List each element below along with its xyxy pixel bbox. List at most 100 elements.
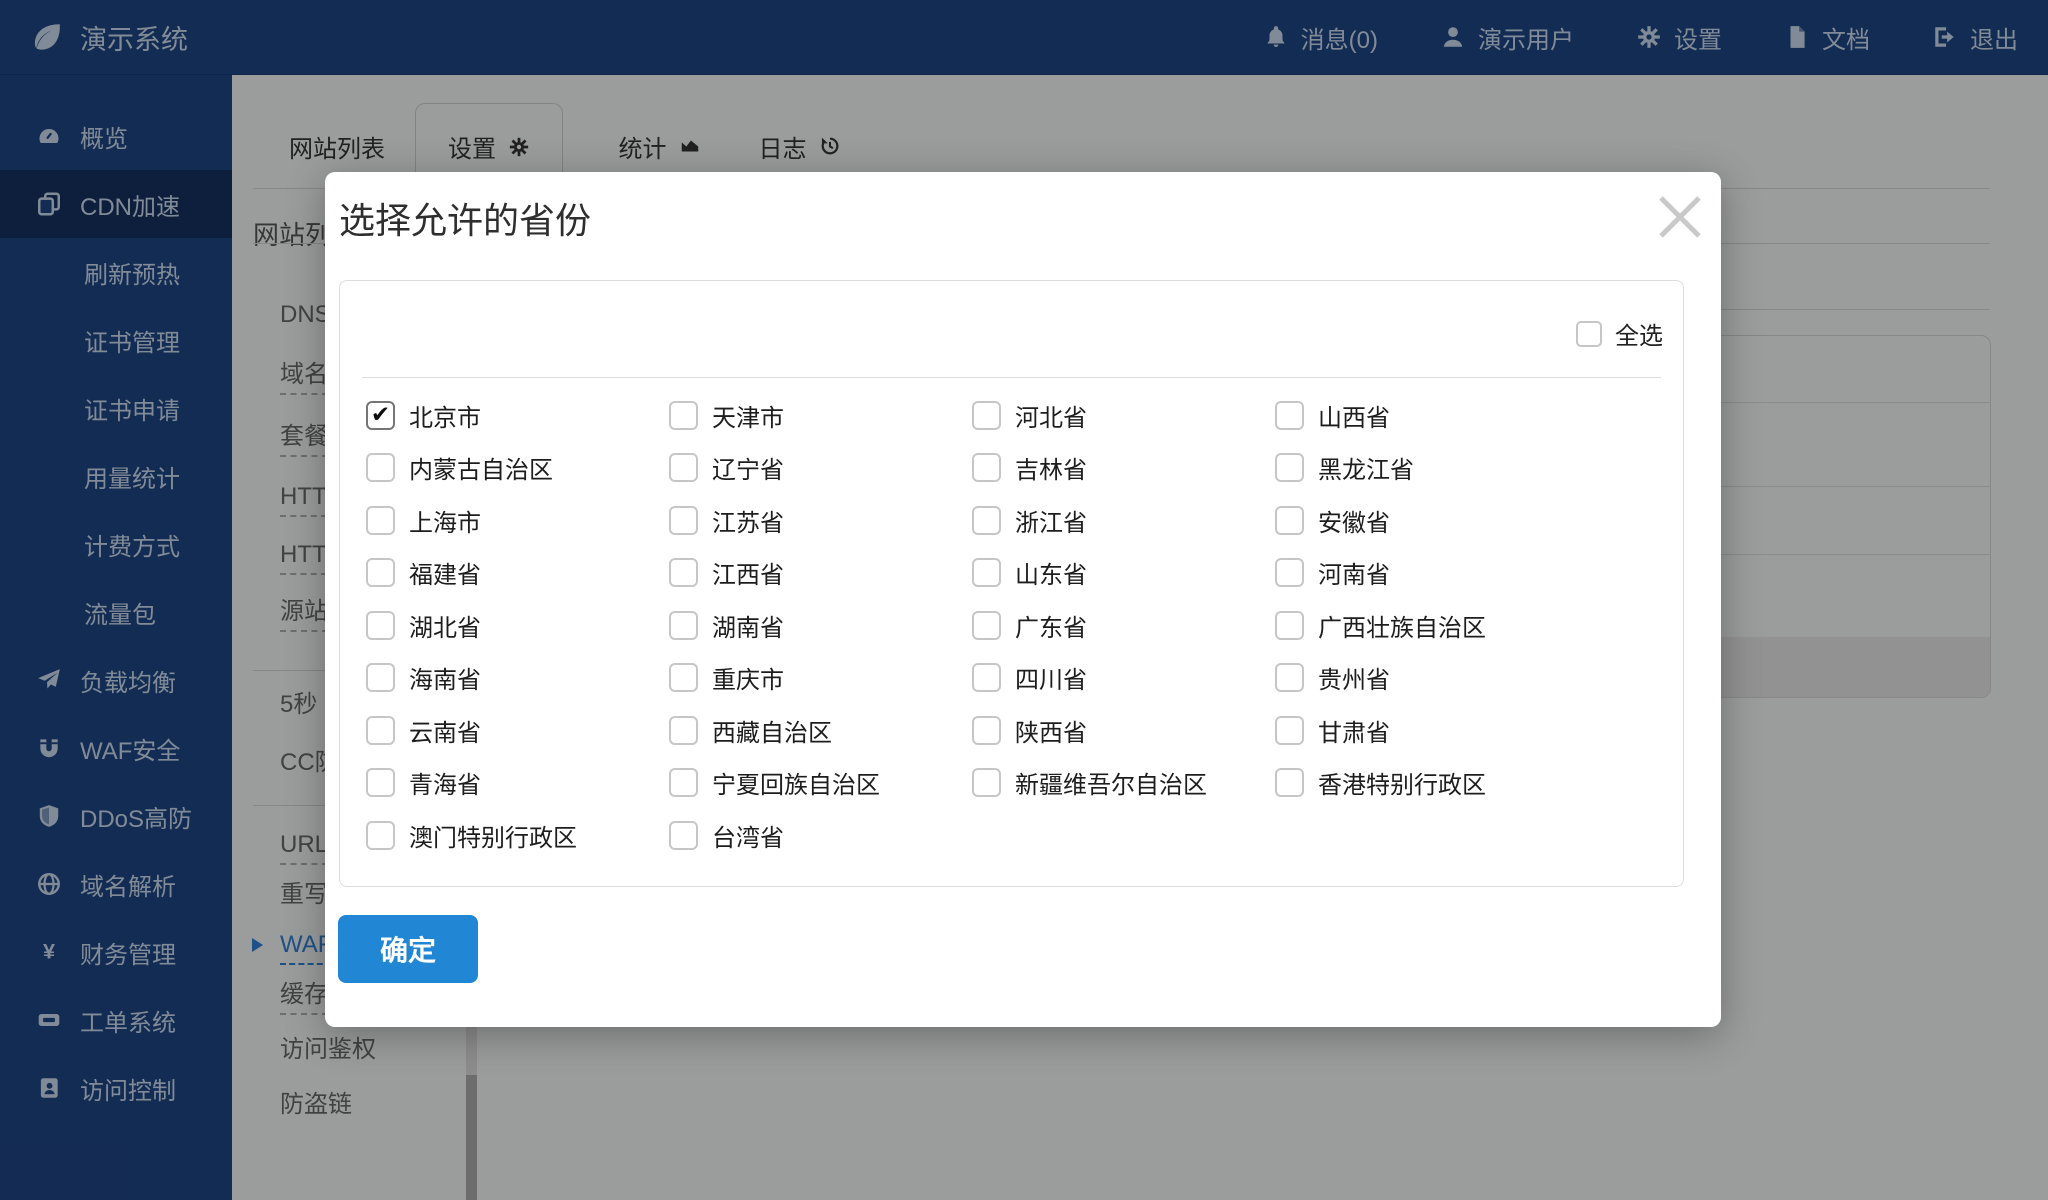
province-checkbox-30[interactable]: ✔ 新疆维吾尔自治区 (972, 765, 1275, 800)
province-checkbox-5[interactable]: ✔ 辽宁省 (669, 450, 972, 485)
province-checkbox-18[interactable]: ✔ 广东省 (972, 608, 1275, 643)
province-label: 山西省 (1318, 398, 1390, 433)
province-checkbox-4[interactable]: ✔ 内蒙古自治区 (366, 450, 669, 485)
checkbox[interactable]: ✔ (1275, 716, 1304, 745)
province-checkbox-28[interactable]: ✔ 青海省 (366, 765, 669, 800)
checkbox[interactable]: ✔ (366, 768, 395, 797)
province-checkbox-7[interactable]: ✔ 黑龙江省 (1275, 450, 1578, 485)
checkbox[interactable]: ✔ (1275, 611, 1304, 640)
checkbox[interactable]: ✔ (366, 663, 395, 692)
province-checkbox-29[interactable]: ✔宁夏回族自治区 (669, 765, 972, 800)
checkbox[interactable]: ✔ (1275, 768, 1304, 797)
province-label: 黑龙江省 (1318, 450, 1414, 485)
checkbox[interactable]: ✔ (1275, 453, 1304, 482)
province-checkbox-17[interactable]: ✔ 湖南省 (669, 608, 972, 643)
confirm-button[interactable]: 确定 (338, 915, 478, 983)
checkbox[interactable]: ✔ (972, 611, 1001, 640)
province-checkbox-33[interactable]: ✔ 台湾省 (669, 818, 972, 853)
checkbox[interactable]: ✔ (972, 401, 1001, 430)
checkbox[interactable]: ✔ (972, 453, 1001, 482)
province-label: 四川省 (1015, 660, 1087, 695)
checkbox[interactable]: ✔ (366, 506, 395, 535)
province-label: 陕西省 (1015, 713, 1087, 748)
province-checkbox-31[interactable]: ✔香港特别行政区 (1275, 765, 1578, 800)
province-label: 贵州省 (1318, 660, 1390, 695)
province-label: 新疆维吾尔自治区 (1015, 765, 1207, 800)
province-checkbox-32[interactable]: ✔ 澳门特别行政区 (366, 818, 669, 853)
province-checkbox-2[interactable]: ✔河北省 (972, 398, 1275, 433)
province-label: 上海市 (409, 503, 481, 538)
province-label: 山东省 (1015, 555, 1087, 590)
checkbox[interactable]: ✔ (1275, 401, 1304, 430)
province-checkbox-3[interactable]: ✔ 山西省 (1275, 398, 1578, 433)
checkbox[interactable]: ✔ (669, 611, 698, 640)
province-label: 北京市 (409, 398, 481, 433)
province-checkbox-22[interactable]: ✔ 四川省 (972, 660, 1275, 695)
province-checkbox-8[interactable]: ✔ 上海市 (366, 503, 669, 538)
checkbox[interactable]: ✔ (366, 611, 395, 640)
province-label: 澳门特别行政区 (409, 818, 577, 853)
province-checkbox-24[interactable]: ✔ 云南省 (366, 713, 669, 748)
checkbox[interactable]: ✔ (1275, 558, 1304, 587)
checkbox[interactable]: ✔ (972, 558, 1001, 587)
province-checkbox-11[interactable]: ✔ 安徽省 (1275, 503, 1578, 538)
province-checkbox-16[interactable]: ✔湖北省 (366, 608, 669, 643)
checkbox[interactable]: ✔ (972, 768, 1001, 797)
checkbox[interactable]: ✔ (669, 453, 698, 482)
province-checkbox-14[interactable]: ✔ 山东省 (972, 555, 1275, 590)
checkbox[interactable]: ✔ (669, 558, 698, 587)
province-checkbox-12[interactable]: ✔ 福建省 (366, 555, 669, 590)
checkbox[interactable]: ✔ (669, 821, 698, 850)
checkbox[interactable]: ✔ (1576, 321, 1602, 347)
province-checkbox-0[interactable]: ✔ 北京市 (366, 398, 669, 433)
province-label: 青海省 (409, 765, 481, 800)
checkbox[interactable]: ✔ (366, 453, 395, 482)
province-label: 湖南省 (712, 608, 784, 643)
province-label: 吉林省 (1015, 450, 1087, 485)
checkbox[interactable]: ✔ (669, 663, 698, 692)
close-icon[interactable] (1657, 194, 1703, 240)
province-label: 台湾省 (712, 818, 784, 853)
province-checkbox-9[interactable]: ✔ 江苏省 (669, 503, 972, 538)
checkbox[interactable]: ✔ (972, 716, 1001, 745)
checkbox[interactable]: ✔ (669, 506, 698, 535)
province-checkbox-15[interactable]: ✔河南省 (1275, 555, 1578, 590)
province-label: 海南省 (409, 660, 481, 695)
province-checkbox-10[interactable]: ✔浙江省 (972, 503, 1275, 538)
province-checkbox-19[interactable]: ✔广西壮族自治区 (1275, 608, 1578, 643)
checkbox[interactable]: ✔ (669, 768, 698, 797)
province-label: 内蒙古自治区 (409, 450, 553, 485)
checkbox[interactable]: ✔ (366, 821, 395, 850)
province-label: 云南省 (409, 713, 481, 748)
province-checkbox-27[interactable]: ✔甘肃省 (1275, 713, 1578, 748)
check-icon: ✔ (371, 403, 390, 426)
province-grid: ✔北京市✔天津市✔河北省✔山西省✔内蒙古自治区✔辽宁省✔吉林省✔黑龙江省✔上海市… (340, 378, 1578, 862)
province-label: 辽宁省 (712, 450, 784, 485)
province-checkbox-20[interactable]: ✔ 海南省 (366, 660, 669, 695)
checkbox[interactable]: ✔ (1275, 506, 1304, 535)
province-label: 安徽省 (1318, 503, 1390, 538)
checkbox[interactable]: ✔ (669, 716, 698, 745)
checkbox[interactable]: ✔ (366, 401, 395, 430)
province-checkbox-6[interactable]: ✔ 吉林省 (972, 450, 1275, 485)
dialog-title: 选择允许的省份 (339, 192, 591, 244)
province-checkbox-13[interactable]: ✔ 江西省 (669, 555, 972, 590)
checkbox[interactable]: ✔ (669, 401, 698, 430)
checkbox[interactable]: ✔ (366, 716, 395, 745)
province-panel: ✔ 全选 ✔北京市✔天津市✔河北省✔山西省✔内蒙古自治区✔辽宁省✔吉林省✔黑龙江… (339, 280, 1684, 887)
province-checkbox-1[interactable]: ✔天津市 (669, 398, 972, 433)
checkbox[interactable]: ✔ (1275, 663, 1304, 692)
province-checkbox-21[interactable]: ✔ 重庆市 (669, 660, 972, 695)
select-all-checkbox[interactable]: ✔ 全选 (1576, 316, 1663, 351)
province-checkbox-23[interactable]: ✔ 贵州省 (1275, 660, 1578, 695)
province-label: 重庆市 (712, 660, 784, 695)
province-label: 江西省 (712, 555, 784, 590)
province-checkbox-26[interactable]: ✔ 陕西省 (972, 713, 1275, 748)
province-checkbox-25[interactable]: ✔西藏自治区 (669, 713, 972, 748)
checkbox[interactable]: ✔ (972, 506, 1001, 535)
province-label: 福建省 (409, 555, 481, 590)
province-label: 江苏省 (712, 503, 784, 538)
checkbox[interactable]: ✔ (366, 558, 395, 587)
checkbox[interactable]: ✔ (972, 663, 1001, 692)
province-label: 广东省 (1015, 608, 1087, 643)
